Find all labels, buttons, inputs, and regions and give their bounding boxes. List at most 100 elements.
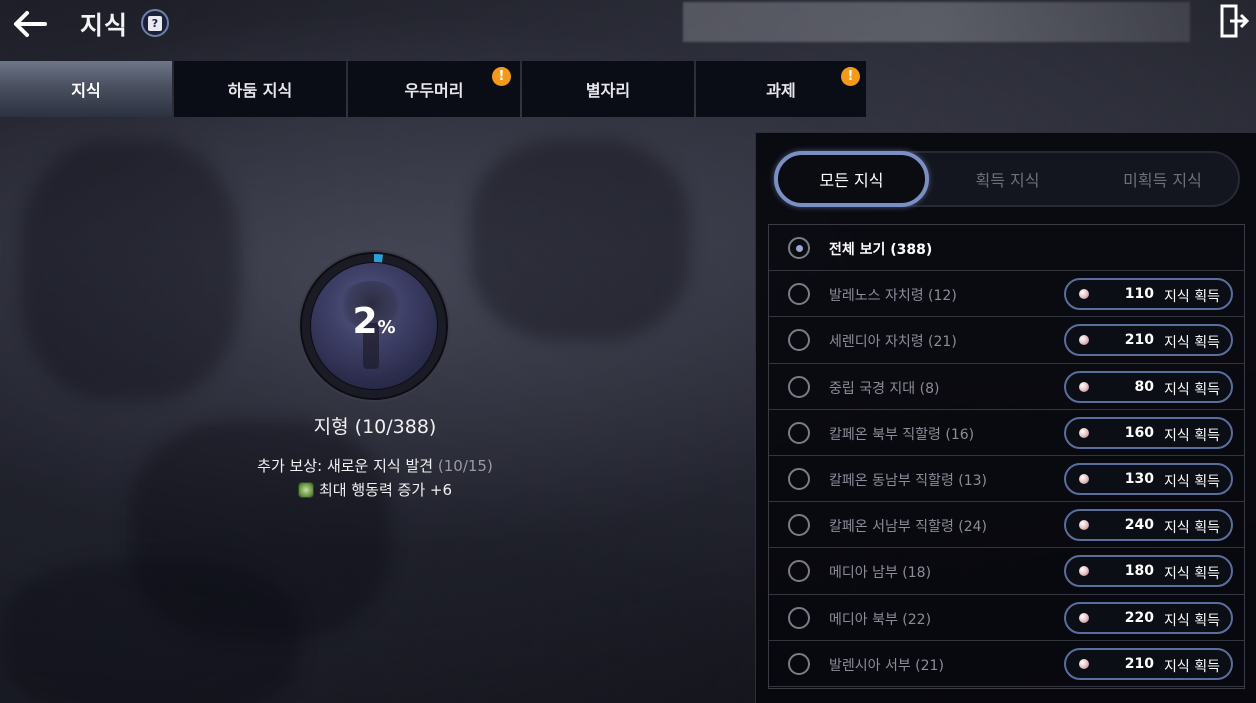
reward-count: 80 — [1134, 378, 1154, 395]
list-item-label: 발레노스 자치령 (12) — [829, 288, 957, 305]
radio-button[interactable] — [788, 375, 810, 398]
tab-knowledge[interactable]: 지식 — [0, 61, 172, 117]
reward-count: 220 — [1124, 609, 1154, 626]
tab-quest[interactable]: 과제 ! — [696, 61, 866, 117]
progress-percent: 2% — [297, 301, 451, 342]
list-item[interactable]: 발레노스 자치령 (12) 110 지식 획득 — [769, 271, 1244, 318]
arrow-left-icon — [14, 11, 47, 37]
reward-label: 지식 획득 — [1164, 566, 1220, 583]
list-item[interactable]: 세렌디아 자치령 (21) 210 지식 획득 — [769, 317, 1244, 364]
list-item-label: 메디아 북부 (22) — [829, 611, 932, 628]
list-item[interactable]: 메디아 북부 (22) 220 지식 획득 — [769, 595, 1244, 641]
header: 지식 ? — [0, 0, 1256, 58]
radio-button[interactable] — [788, 467, 810, 490]
region-rows: 발레노스 자치령 (12) 110 지식 획득 세렌디아 자치령 (21) 210 지식 … — [769, 271, 1244, 687]
reward-label: 지식 획득 — [1164, 335, 1220, 352]
header-info-bar — [683, 2, 1190, 42]
reward-label: 지식 획득 — [1164, 381, 1220, 398]
filter-bar: 모든 지식 획득 지식 미획득 지식 — [774, 151, 1240, 207]
exit-button[interactable] — [1220, 4, 1250, 38]
acquire-knowledge-button[interactable]: 220 지식 획득 — [1064, 601, 1233, 634]
list-item[interactable]: 칼페온 서남부 직할령 (24) 240 지식 획득 — [769, 502, 1244, 549]
radio-button[interactable] — [788, 514, 810, 537]
radio-button[interactable] — [788, 606, 810, 629]
tab-hadum-knowledge[interactable]: 하둠 지식 — [174, 61, 346, 117]
bonus-reward-effect: 최대 행동력 증가 +6 — [200, 479, 550, 500]
list-item-label: 칼페온 북부 직할령 (16) — [829, 426, 975, 443]
gem-icon — [1079, 335, 1089, 346]
list-item[interactable]: 메디아 남부 (18) 180 지식 획득 — [769, 548, 1244, 595]
bonus-reward-text: 추가 보상: 새로운 지식 발견 — [257, 457, 434, 475]
tab-boss[interactable]: 우두머리 ! — [348, 61, 520, 117]
region-progress-label: 지형 (10/388) — [313, 416, 437, 438]
reward-label: 지식 획득 — [1164, 520, 1220, 537]
reward-count: 210 — [1124, 332, 1154, 349]
tab-label: 지식 — [71, 81, 101, 100]
bonus-reward-progress: (10/15) — [437, 457, 493, 475]
back-button[interactable] — [10, 6, 50, 42]
list-item-label: 중립 국경 지대 (8) — [829, 380, 940, 397]
reward-count: 180 — [1124, 563, 1154, 580]
acquire-knowledge-button[interactable]: 160 지식 획득 — [1064, 416, 1233, 449]
filter-label: 획득 지식 — [975, 171, 1040, 190]
acquire-knowledge-button[interactable]: 240 지식 획득 — [1064, 509, 1233, 542]
background-rock — [470, 140, 690, 340]
tab-constellation[interactable]: 별자리 — [522, 61, 694, 117]
filter-label: 모든 지식 — [819, 171, 884, 190]
list-item-label: 발렌시아 서부 (21) — [829, 657, 944, 674]
list-item[interactable]: 중립 국경 지대 (8) 80 지식 획득 — [769, 364, 1244, 410]
acquire-knowledge-button[interactable]: 210 지식 획득 — [1064, 324, 1233, 357]
progress-percent-value: 2 — [352, 301, 378, 342]
background-rock — [0, 560, 300, 703]
reward-label: 지식 획득 — [1164, 473, 1220, 490]
tab-label: 우두머리 — [404, 81, 464, 100]
acquire-knowledge-button[interactable]: 110 지식 획득 — [1064, 278, 1233, 311]
gem-icon — [1079, 289, 1089, 300]
filter-all-knowledge[interactable]: 모든 지식 — [774, 151, 929, 207]
gem-icon — [1079, 612, 1089, 623]
reward-label: 지식 획득 — [1164, 427, 1220, 444]
bonus-reward-line: 추가 보상: 새로운 지식 발견 (10/15) — [200, 455, 550, 476]
filter-unacquired-knowledge[interactable]: 미획득 지식 — [1085, 153, 1240, 205]
page-title: 지식 — [80, 11, 129, 40]
bonus-reward-effect-text: 최대 행동력 증가 +6 — [318, 481, 453, 499]
radio-button[interactable] — [788, 329, 810, 352]
tab-bar: 지식 하둠 지식 우두머리 ! 별자리 과제 ! — [0, 61, 868, 117]
tab-label: 과제 — [766, 81, 796, 100]
reward-count: 160 — [1124, 424, 1154, 441]
radio-button[interactable] — [788, 421, 810, 444]
radio-button[interactable] — [788, 283, 810, 306]
help-book-icon[interactable]: ? — [141, 9, 169, 37]
list-item[interactable]: 칼페온 동남부 직할령 (13) 130 지식 획득 — [769, 456, 1244, 503]
list-item[interactable]: 칼페온 북부 직할령 (16) 160 지식 획득 — [769, 410, 1244, 456]
alert-icon: ! — [492, 67, 511, 86]
filter-acquired-knowledge[interactable]: 획득 지식 — [930, 153, 1085, 205]
acquire-knowledge-button[interactable]: 130 지식 획득 — [1064, 462, 1233, 495]
reward-count: 240 — [1124, 517, 1154, 534]
acquire-knowledge-button[interactable]: 80 지식 획득 — [1064, 370, 1233, 403]
reward-label: 지식 획득 — [1164, 612, 1220, 629]
list-item[interactable]: 발렌시아 서부 (21) 210 지식 획득 — [769, 641, 1244, 687]
list-item-label: 세렌디아 자치령 (21) — [829, 334, 957, 351]
radio-button[interactable] — [788, 560, 810, 583]
gem-icon — [1079, 566, 1089, 577]
list-item-label: 칼페온 서남부 직할령 (24) — [829, 519, 988, 536]
acquire-knowledge-button[interactable]: 180 지식 획득 — [1064, 555, 1233, 588]
list-item-label: 메디아 남부 (18) — [829, 565, 932, 582]
background-rock — [20, 140, 240, 400]
exit-door-icon — [1220, 4, 1250, 38]
progress-ring: 2% — [297, 249, 451, 403]
list-item-all[interactable]: 전체 보기 (388) — [769, 225, 1244, 272]
radio-button[interactable] — [788, 237, 810, 259]
acquire-knowledge-button[interactable]: 210 지식 획득 — [1064, 647, 1233, 680]
tab-label: 별자리 — [585, 81, 631, 100]
percent-sign: % — [377, 317, 396, 338]
knowledge-list-panel: 모든 지식 획득 지식 미획득 지식 전체 보기 (388) 발레노스 자치령 … — [755, 132, 1256, 703]
region-list: 전체 보기 (388) 발레노스 자치령 (12) 110 지식 획득세렌디아 자치… — [768, 224, 1245, 689]
reward-label: 지식 획득 — [1164, 289, 1220, 306]
stamina-icon — [297, 481, 314, 498]
radio-button[interactable] — [788, 652, 810, 675]
list-item-label: 칼페온 동남부 직할령 (13) — [829, 472, 988, 489]
list-item-label: 전체 보기 (388) — [829, 242, 933, 258]
gem-icon — [1079, 381, 1089, 392]
